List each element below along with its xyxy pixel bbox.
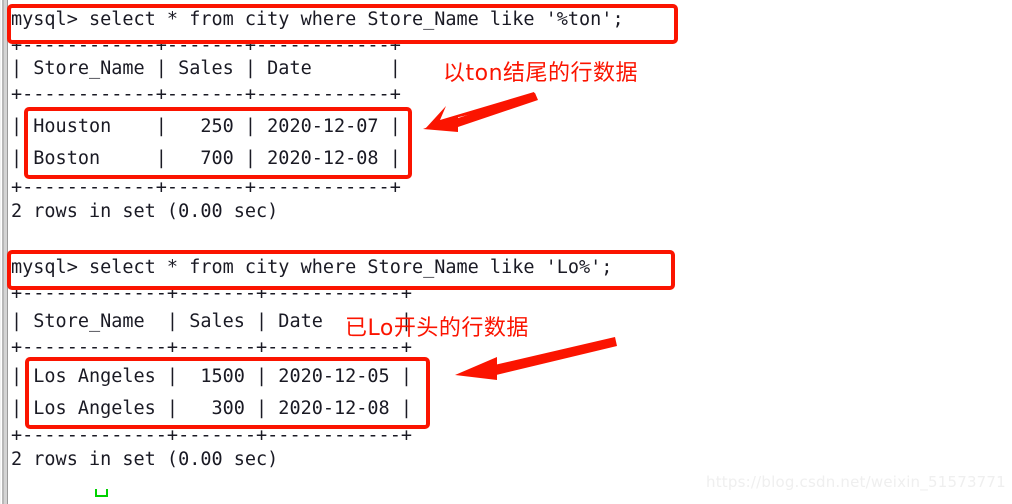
table-row: | Los Angeles | 1500 | 2020-12-05 | (11, 366, 412, 387)
window-left-scrollbar[interactable] (0, 0, 9, 504)
terminal-cursor (95, 489, 108, 497)
result-status-line-2: 2 rows in set (0.00 sec) (11, 449, 279, 470)
table-row: | Houston | 250 | 2020-12-07 | (11, 116, 401, 137)
table-row: | Los Angeles | 300 | 2020-12-08 | (11, 398, 412, 419)
table-header-row-1: | Store_Name | Sales | Date | (11, 58, 401, 79)
table-border-bottom-2: +-------------+-------+------------+ (11, 425, 412, 446)
table-border-bottom-1: +------------+-------+------------+ (11, 177, 401, 198)
table-border-top-2: +-------------+-------+------------+ (11, 283, 412, 304)
annotation-note-2: 已Lo开头的行数据 (345, 316, 529, 341)
result-status-line-1: 2 rows in set (0.00 sec) (11, 201, 279, 222)
mysql-prompt-line-1[interactable]: mysql> select * from city where Store_Na… (11, 8, 624, 31)
mysql-prompt-line-2[interactable]: mysql> select * from city where Store_Na… (11, 256, 612, 279)
table-border-mid-1: +------------+-------+------------+ (11, 84, 401, 105)
annotation-note-1: 以ton结尾的行数据 (443, 61, 639, 86)
csdn-watermark: https://blog.csdn.net/weixin_51573771 (706, 473, 1006, 491)
table-border-top-1: +------------+-------+------------+ (11, 35, 401, 56)
table-row: | Boston | 700 | 2020-12-08 | (11, 148, 401, 169)
